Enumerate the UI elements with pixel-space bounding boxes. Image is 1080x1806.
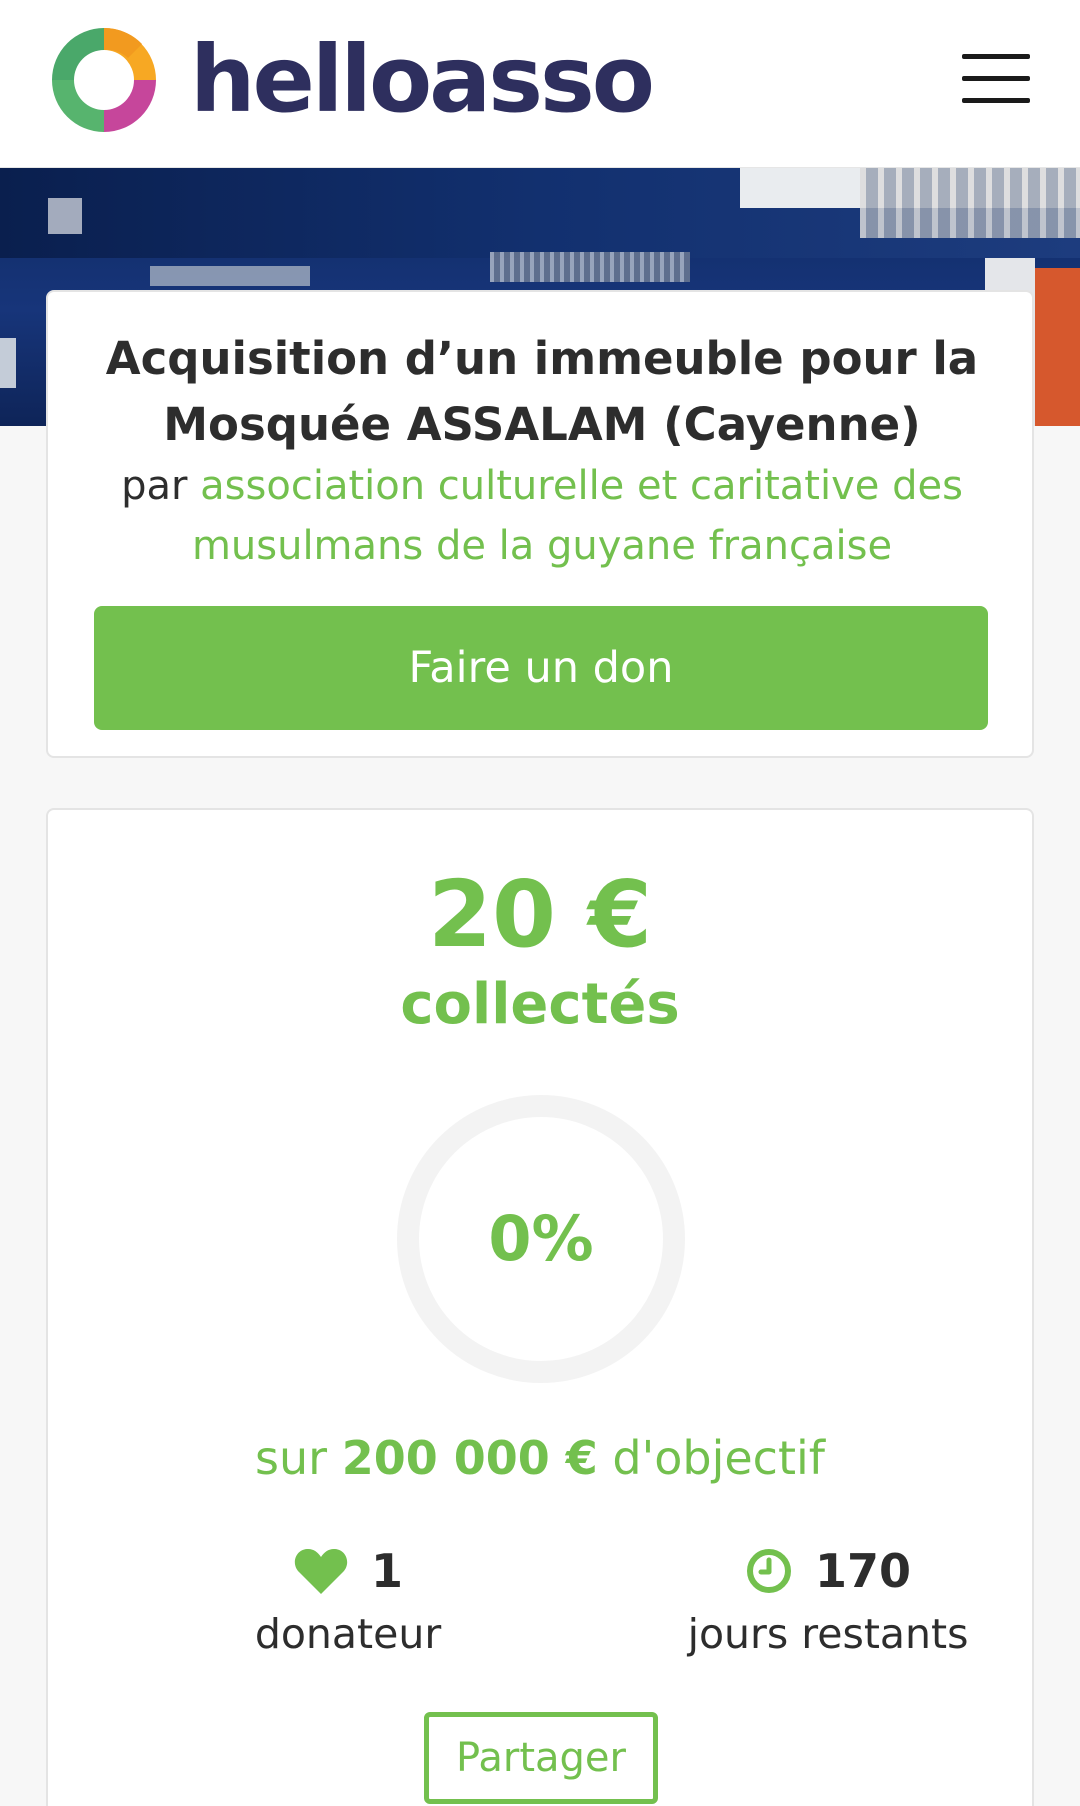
- helloasso-logo[interactable]: helloasso: [44, 20, 655, 140]
- menu-line: [962, 98, 1030, 103]
- days-remaining-stat: 170 jours restants: [608, 1538, 1048, 1662]
- organization-byline: par association culturelle et caritative…: [88, 456, 996, 576]
- collected-amount: 20 €: [427, 861, 653, 968]
- by-prefix: par: [121, 463, 188, 509]
- days-count: 170: [814, 1544, 912, 1598]
- goal-prefix: sur: [255, 1431, 328, 1485]
- progress-percent: 0%: [488, 1202, 594, 1275]
- goal-suffix: d'objectif: [612, 1431, 825, 1485]
- days-label: jours restants: [687, 1610, 969, 1658]
- menu-line: [962, 76, 1030, 81]
- menu-line: [962, 54, 1030, 59]
- donors-stat: 1 donateur: [188, 1538, 508, 1662]
- donate-button[interactable]: Faire un don: [94, 606, 988, 730]
- hamburger-menu-icon[interactable]: [962, 52, 1030, 104]
- donors-label: donateur: [254, 1610, 442, 1658]
- fundraising-stats-card: 20 € collectés 0% sur 200 000 € d'object…: [46, 808, 1034, 1806]
- share-button[interactable]: Partager: [424, 1712, 658, 1804]
- heart-icon: [294, 1548, 348, 1594]
- campaign-title: Acquisition d’un immeuble pour la Mosqué…: [105, 332, 979, 451]
- clock-icon: [746, 1549, 791, 1593]
- goal-amount: 200 000 €: [341, 1431, 598, 1485]
- collected-label: collectés: [400, 972, 680, 1037]
- goal-text: sur 200 000 € d'objectif: [48, 1428, 1032, 1488]
- brand-name: helloasso: [190, 26, 655, 133]
- helloasso-logo-icon: [52, 27, 156, 132]
- page: helloasso Acquisition d’un immeuble pour…: [0, 0, 1080, 1806]
- organization-link[interactable]: association culturelle et caritative des…: [192, 463, 963, 569]
- top-header: helloasso: [0, 0, 1080, 168]
- donors-count: 1: [370, 1544, 403, 1598]
- campaign-header-card: Acquisition d’un immeuble pour la Mosqué…: [46, 290, 1034, 758]
